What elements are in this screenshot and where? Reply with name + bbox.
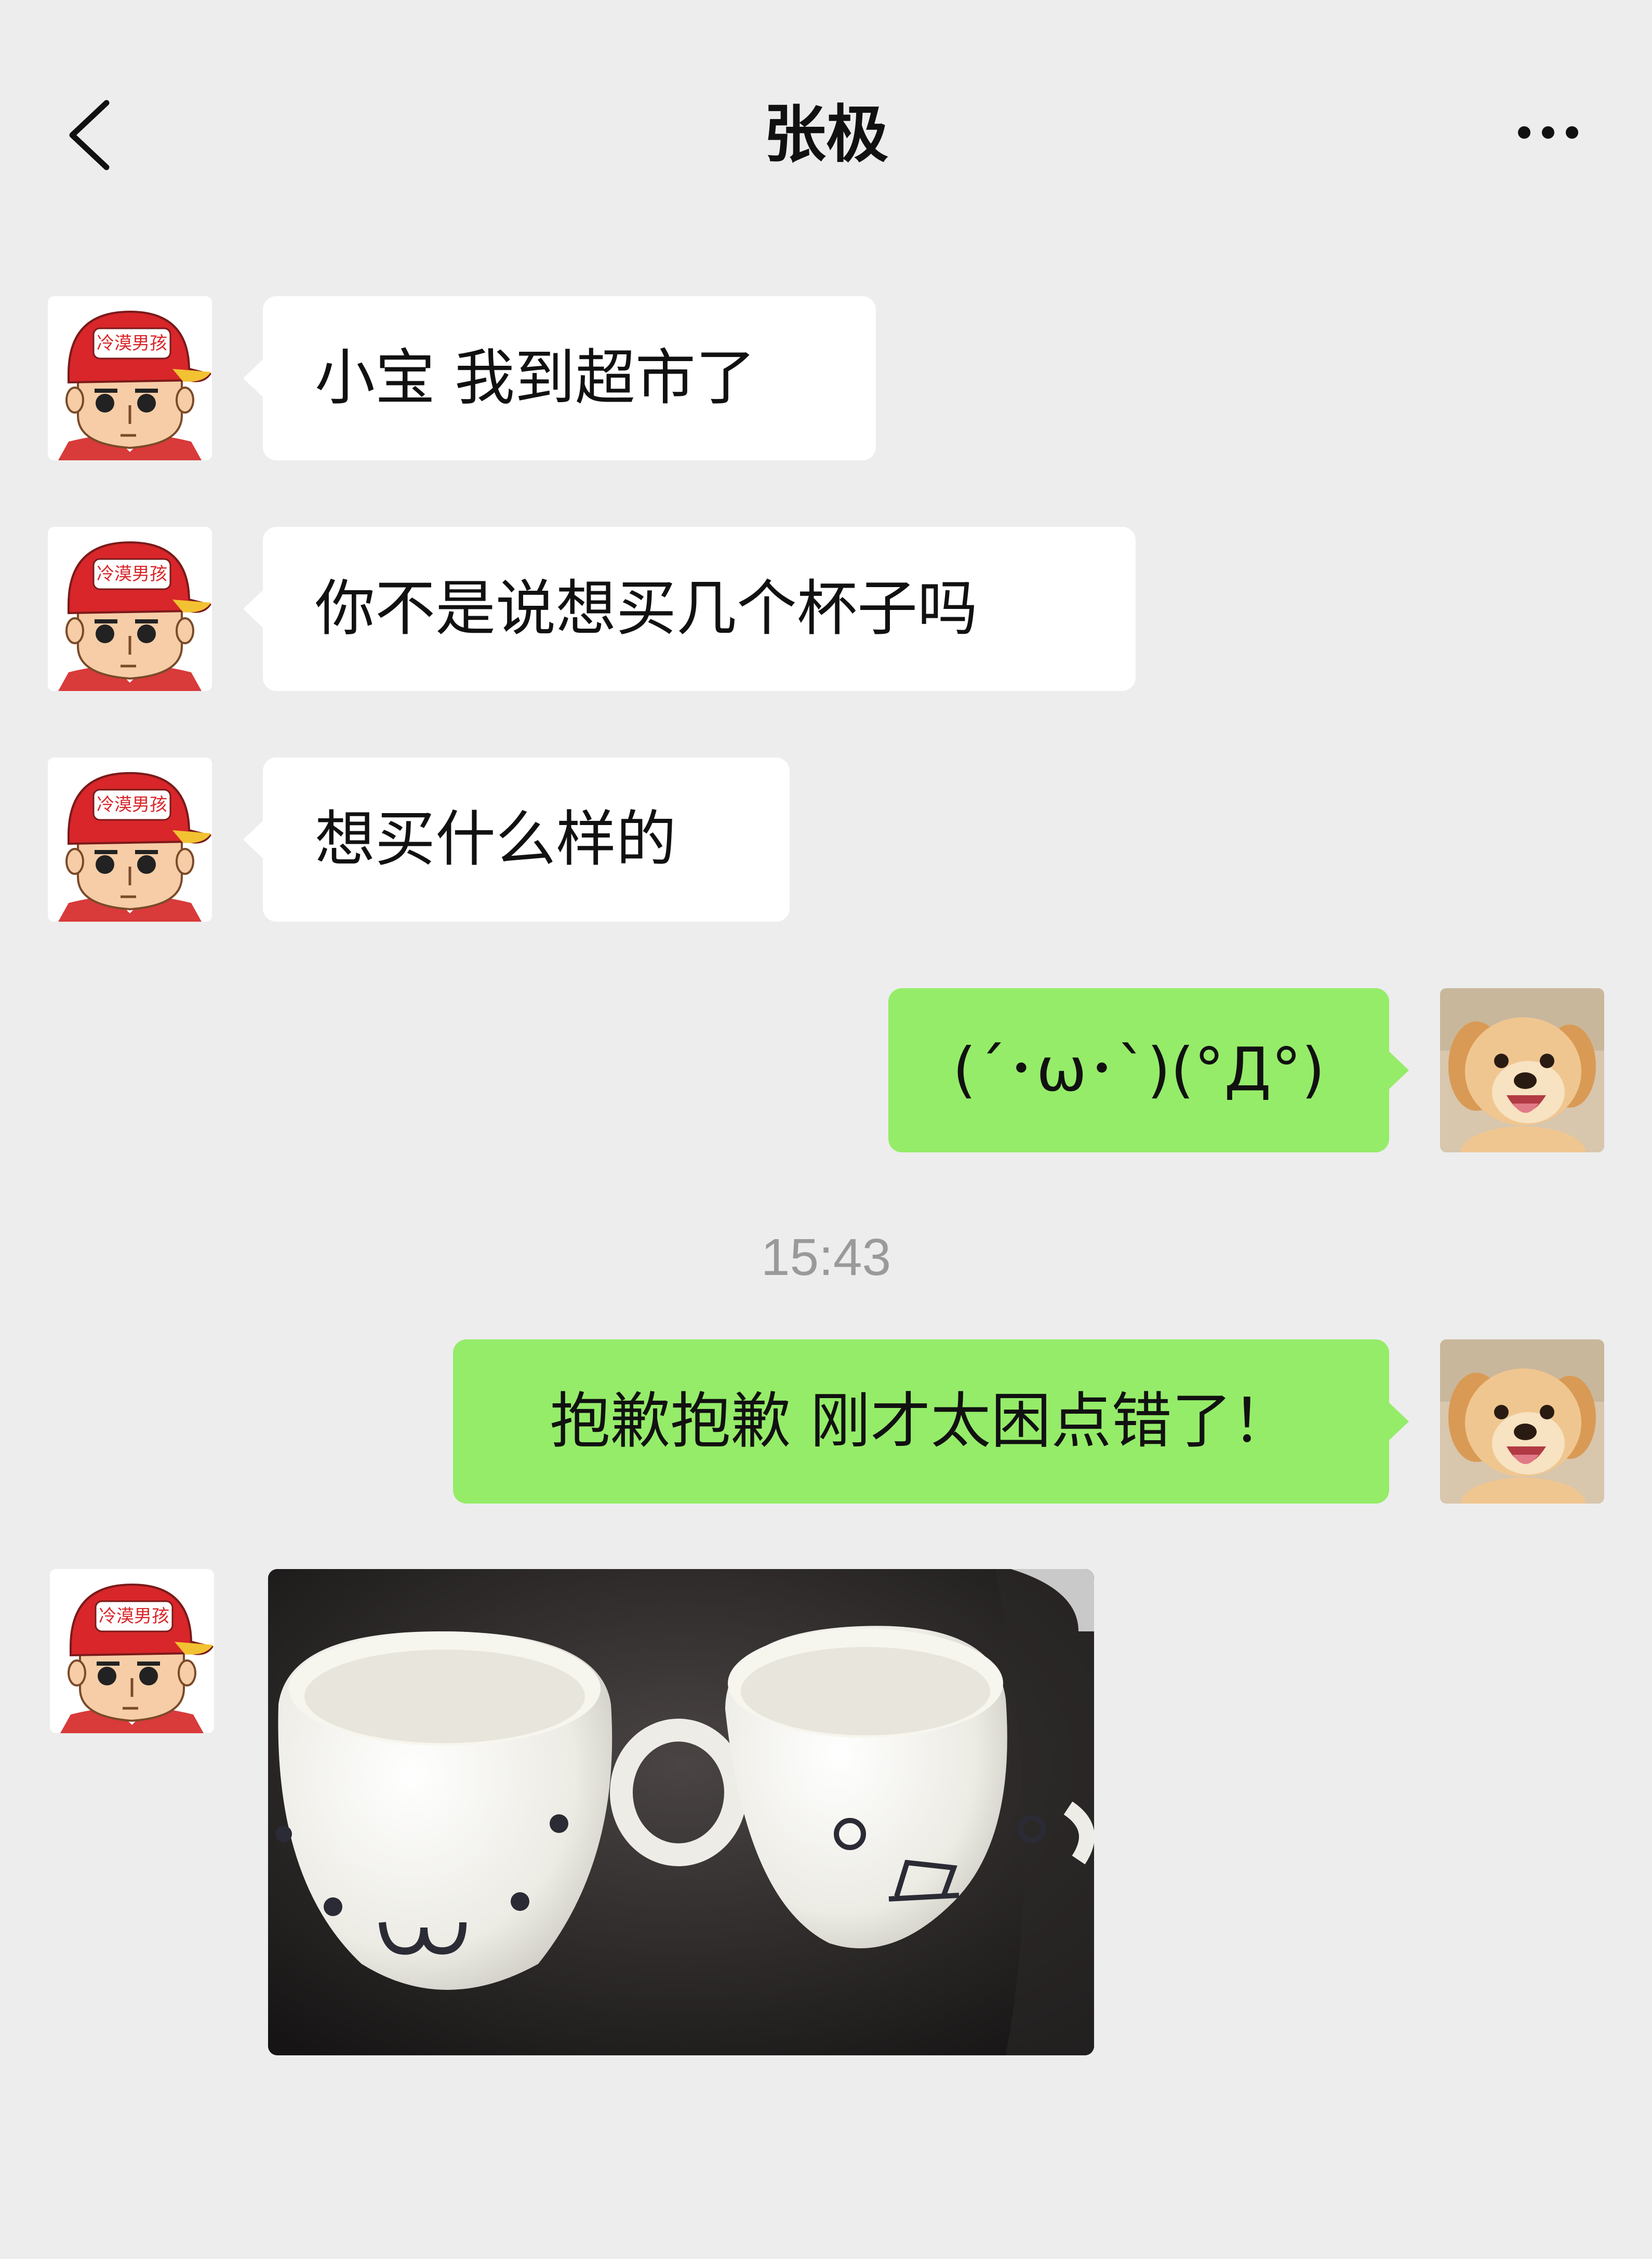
message-text: 抱歉抱歉 刚才太困点错了！ (550, 1386, 1293, 1456)
avatar-badge-text: 冷漠男孩 (97, 564, 167, 584)
contact-avatar[interactable]: 冷漠男孩 (48, 758, 212, 922)
more-dot (1566, 126, 1578, 139)
more-dot (1542, 126, 1554, 139)
boy-avatar-icon: 冷漠男孩 (50, 1569, 214, 1733)
boy-avatar-icon: 冷漠男孩 (48, 758, 212, 922)
more-button[interactable] (1501, 109, 1595, 156)
image-message[interactable] (268, 1569, 1094, 2055)
my-avatar[interactable] (1440, 1339, 1604, 1504)
message-text: 你不是说想买几个杯子吗 (315, 574, 978, 644)
outgoing-message-bubble[interactable]: 抱歉抱歉 刚才太困点错了！ (453, 1339, 1409, 1504)
incoming-message-bubble[interactable]: 想买什么样的 (243, 758, 790, 922)
back-button[interactable] (58, 94, 121, 177)
avatar-badge-text: 冷漠男孩 (97, 794, 167, 815)
avatar-badge-text: 冷漠男孩 (97, 333, 167, 354)
chevron-left-icon (69, 100, 110, 170)
outgoing-message-bubble[interactable]: (´･ω･`)(°Д°) (888, 988, 1409, 1152)
chat-title: 张极 (764, 99, 888, 171)
contact-avatar[interactable]: 冷漠男孩 (48, 527, 212, 691)
boy-avatar-icon: 冷漠男孩 (48, 527, 212, 691)
dog-avatar-icon (1440, 988, 1604, 1152)
boy-avatar-icon: 冷漠男孩 (48, 296, 212, 460)
my-avatar[interactable] (1440, 988, 1604, 1152)
message-text: 小宝 我到超市了 (315, 343, 756, 413)
message-text: 想买什么样的 (315, 804, 676, 874)
incoming-message-bubble[interactable]: 小宝 我到超市了 (243, 296, 876, 460)
timestamp: 15:43 (761, 1228, 891, 1286)
incoming-message-bubble[interactable]: 你不是说想买几个杯子吗 (243, 527, 1136, 691)
avatar-badge-text: 冷漠男孩 (99, 1606, 169, 1627)
contact-avatar[interactable]: 冷漠男孩 (50, 1569, 214, 1733)
contact-avatar[interactable]: 冷漠男孩 (48, 296, 212, 460)
two-cups-photo (268, 1569, 1094, 2055)
message-text: (´･ω･`)(°Д°) (952, 1035, 1325, 1105)
dog-avatar-icon (1440, 1339, 1604, 1504)
more-dot (1518, 126, 1530, 139)
